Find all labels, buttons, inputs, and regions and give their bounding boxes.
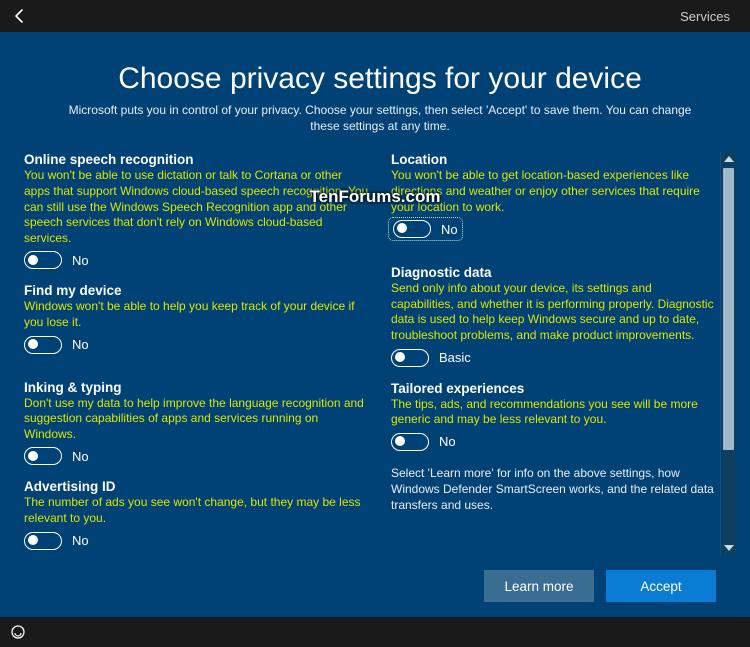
- bottom-taskbar: [0, 617, 750, 647]
- content-pane: Choose privacy settings for your device …: [0, 32, 750, 617]
- learn-more-button[interactable]: Learn more: [484, 570, 594, 602]
- left-column: Online speech recognition You won't be a…: [24, 152, 369, 555]
- setting-desc: Don't use my data to help improve the la…: [24, 396, 369, 443]
- toggle-tailored-experiences[interactable]: [391, 433, 429, 451]
- setting-title: Inking & typing: [24, 380, 369, 395]
- setting-desc: The number of ads you see won't change, …: [24, 495, 369, 526]
- setting-title: Diagnostic data: [391, 265, 716, 280]
- toggle-value: No: [72, 253, 89, 268]
- ease-of-access-icon[interactable]: [10, 624, 26, 640]
- toggle-value: No: [72, 337, 89, 352]
- setting-diagnostic-data: Diagnostic data Send only info about you…: [391, 265, 716, 366]
- page-title: Choose privacy settings for your device: [24, 62, 736, 96]
- setting-tailored-experiences: Tailored experiences The tips, ads, and …: [391, 381, 716, 451]
- setting-advertising-id: Advertising ID The number of ads you see…: [24, 479, 369, 549]
- right-column: Location You won't be able to get locati…: [391, 152, 716, 555]
- setting-title: Online speech recognition: [24, 152, 369, 167]
- toggle-value: No: [439, 434, 456, 449]
- scrollbar-thumb[interactable]: [723, 168, 734, 450]
- toggle-diagnostic-data[interactable]: [391, 349, 429, 367]
- toggle-find-my-device[interactable]: [24, 336, 62, 354]
- setting-find-my-device: Find my device Windows won't be able to …: [24, 283, 369, 353]
- setting-title: Advertising ID: [24, 479, 369, 494]
- accept-button[interactable]: Accept: [606, 570, 716, 602]
- setting-desc: The tips, ads, and recommendations you s…: [391, 397, 716, 428]
- setting-desc: You won't be able to use dictation or ta…: [24, 168, 369, 246]
- toggle-value: No: [72, 449, 89, 464]
- footer: Learn more Accept: [24, 555, 736, 617]
- page-subtitle: Microsoft puts you in control of your pr…: [54, 102, 706, 134]
- learn-more-note: Select 'Learn more' for info on the abov…: [391, 465, 716, 514]
- back-button[interactable]: [10, 6, 30, 26]
- setting-desc: Send only info about your device, its se…: [391, 281, 716, 343]
- scrollbar[interactable]: [720, 152, 736, 555]
- titlebar: Services: [0, 0, 750, 32]
- toggle-value: No: [72, 533, 89, 548]
- main-frame: Choose privacy settings for your device …: [0, 32, 750, 617]
- setting-location: Location You won't be able to get locati…: [391, 152, 716, 243]
- setting-title: Location: [391, 152, 716, 167]
- setting-title: Find my device: [24, 283, 369, 298]
- setting-title: Tailored experiences: [391, 381, 716, 396]
- toggle-location[interactable]: [393, 220, 431, 238]
- toggle-value: Basic: [439, 350, 471, 365]
- setting-desc: You won't be able to get location-based …: [391, 168, 716, 215]
- toggle-advertising-id[interactable]: [24, 532, 62, 550]
- services-tab[interactable]: Services: [680, 9, 730, 24]
- toggle-online-speech[interactable]: [24, 251, 62, 269]
- toggle-inking-typing[interactable]: [24, 447, 62, 465]
- setting-inking-typing: Inking & typing Don't use my data to hel…: [24, 380, 369, 466]
- setting-online-speech: Online speech recognition You won't be a…: [24, 152, 369, 269]
- toggle-value: No: [441, 222, 458, 237]
- setting-desc: Windows won't be able to help you keep t…: [24, 299, 369, 330]
